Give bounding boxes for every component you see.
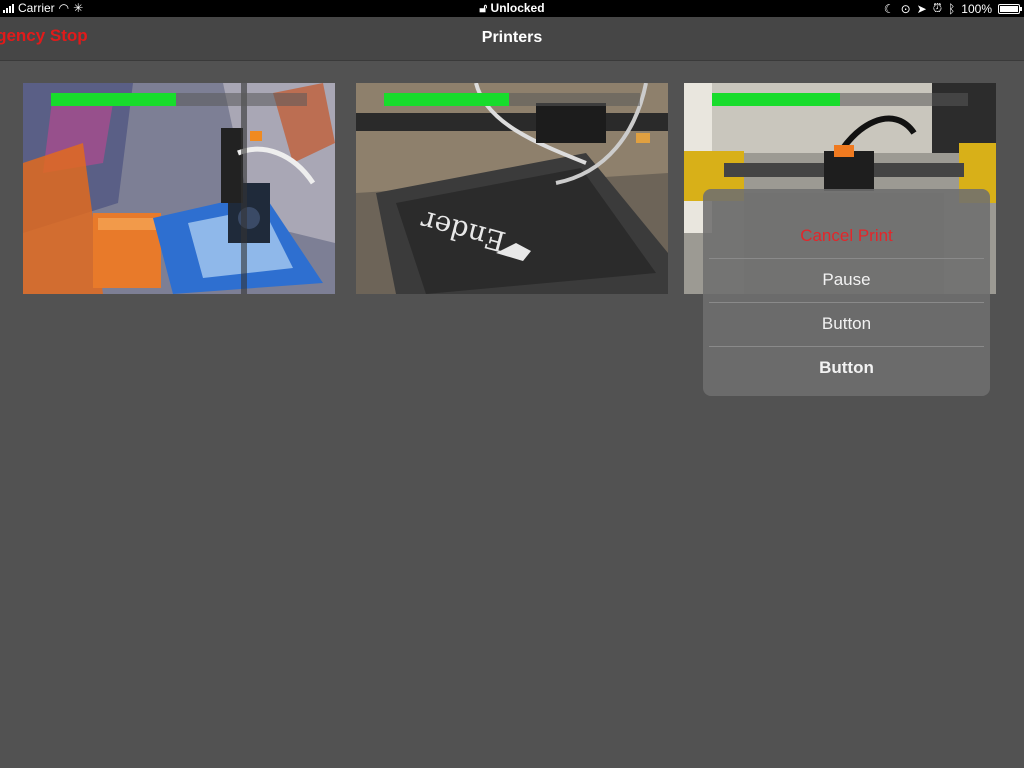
moon-icon: ☾ bbox=[883, 1, 895, 16]
page-title: Printers bbox=[481, 29, 543, 46]
printer-action-sheet: Cancel Print Pause Button Button bbox=[703, 189, 990, 396]
print-progress-track bbox=[51, 93, 307, 106]
battery-label: 100% bbox=[961, 1, 992, 16]
printer-camera-image bbox=[23, 83, 335, 294]
lock-label: Unlocked bbox=[490, 1, 545, 15]
location-icon: ➤ bbox=[916, 1, 927, 16]
printer-card-2[interactable]: Ender bbox=[356, 83, 668, 294]
printer-card-1[interactable] bbox=[23, 83, 335, 294]
navigation-bar: ergency Stop Printers bbox=[0, 17, 1024, 61]
lock-status: 🔓︎ Unlocked bbox=[0, 1, 1024, 16]
lock-icon: 🔓︎ bbox=[479, 1, 488, 15]
cancel-print-button[interactable]: Cancel Print bbox=[703, 214, 990, 258]
pause-button[interactable]: Pause bbox=[703, 258, 990, 302]
print-progress-fill bbox=[712, 93, 840, 106]
action-button-1[interactable]: Button bbox=[703, 302, 990, 346]
bluetooth-icon: ᛒ bbox=[948, 1, 956, 16]
print-progress-track bbox=[384, 93, 640, 106]
status-bar: Carrier ◠ ✳ 🔓︎ Unlocked ☾ ⊙ ➤ ⏰︎ ᛒ 100% bbox=[0, 0, 1024, 17]
print-progress-fill bbox=[51, 93, 177, 106]
battery-icon bbox=[998, 3, 1022, 14]
action-button-2[interactable]: Button bbox=[703, 346, 990, 390]
rotation-lock-icon: ⊙ bbox=[900, 1, 911, 16]
alarm-icon: ⏰︎ bbox=[932, 1, 943, 15]
status-right: ☾ ⊙ ➤ ⏰︎ ᛒ 100% bbox=[883, 1, 1022, 16]
printer-camera-image: Ender bbox=[356, 83, 668, 294]
print-progress-track bbox=[712, 93, 968, 106]
print-progress-fill bbox=[384, 93, 510, 106]
